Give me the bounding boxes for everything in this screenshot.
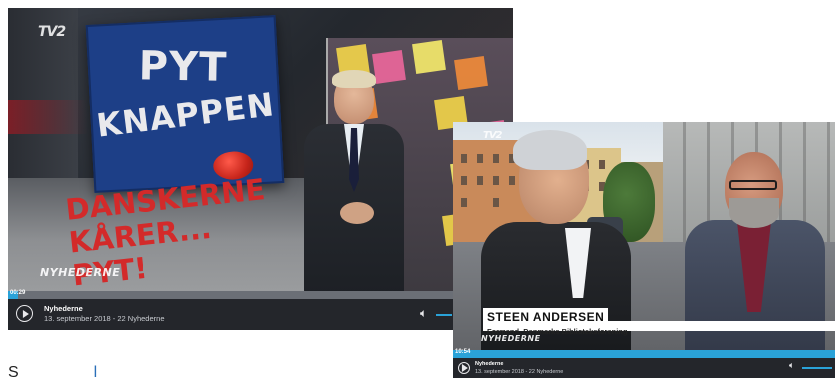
control-bar: Nyhederne 13. september 2018 - 22 Nyhede… [453,358,835,378]
show-title: Nyhederne [44,304,83,313]
speaker-icon[interactable]: 🔈︎ [420,306,427,321]
program-watermark: NYHEDERNE [481,334,541,343]
fragment-link[interactable]: l [94,364,98,378]
channel-logo: TV2 [38,24,66,40]
progress-bar[interactable]: 10:54 [453,349,835,358]
post-it-note [412,40,446,74]
article-text-fragment: Sl [8,364,97,378]
news-anchor [298,70,410,291]
video-player-right[interactable]: TV2 STEEN ANDERSEN Formand, Danmarks Bib… [453,122,835,378]
video-player-left[interactable]: PYT KNAPPEN DANSKERNE KÅRER... PYT! TV2 … [8,8,513,330]
fragment-text: S [8,364,19,378]
elapsed-time: 00:29 [10,290,26,296]
show-subtitle: 13. september 2018 - 22 Nyhederne [475,369,564,375]
sign-line: KNAPPEN [94,85,277,145]
pyt-button-sign: PYT KNAPPEN [85,15,285,193]
speaker-icon[interactable]: 🔈︎ [789,361,794,371]
show-title: Nyhederne [475,361,504,367]
elapsed-time: 10:54 [455,349,471,355]
progress-fill [453,350,835,358]
play-icon[interactable] [16,305,33,322]
control-bar: Nyhederne 13. september 2018 - 22 Nyhede… [8,299,513,330]
video-frame[interactable]: TV2 STEEN ANDERSEN Formand, Danmarks Bib… [453,122,835,350]
studio-accent [8,100,88,134]
show-subtitle: 13. september 2018 - 22 Nyhederne [44,314,165,323]
volume-slider[interactable] [436,314,452,316]
name-caption: STEEN ANDERSEN Formand, Danmarks Bibliot… [483,308,835,336]
video-frame[interactable]: PYT KNAPPEN DANSKERNE KÅRER... PYT! TV2 … [8,8,513,291]
progress-bar[interactable]: 00:29 [8,290,513,299]
program-watermark: NYHEDERNE [40,266,121,279]
play-icon[interactable] [458,362,470,374]
channel-logo: TV2 [483,130,503,141]
sign-line: PYT [138,43,228,91]
post-it-note [454,56,488,90]
volume-slider[interactable] [802,367,832,369]
